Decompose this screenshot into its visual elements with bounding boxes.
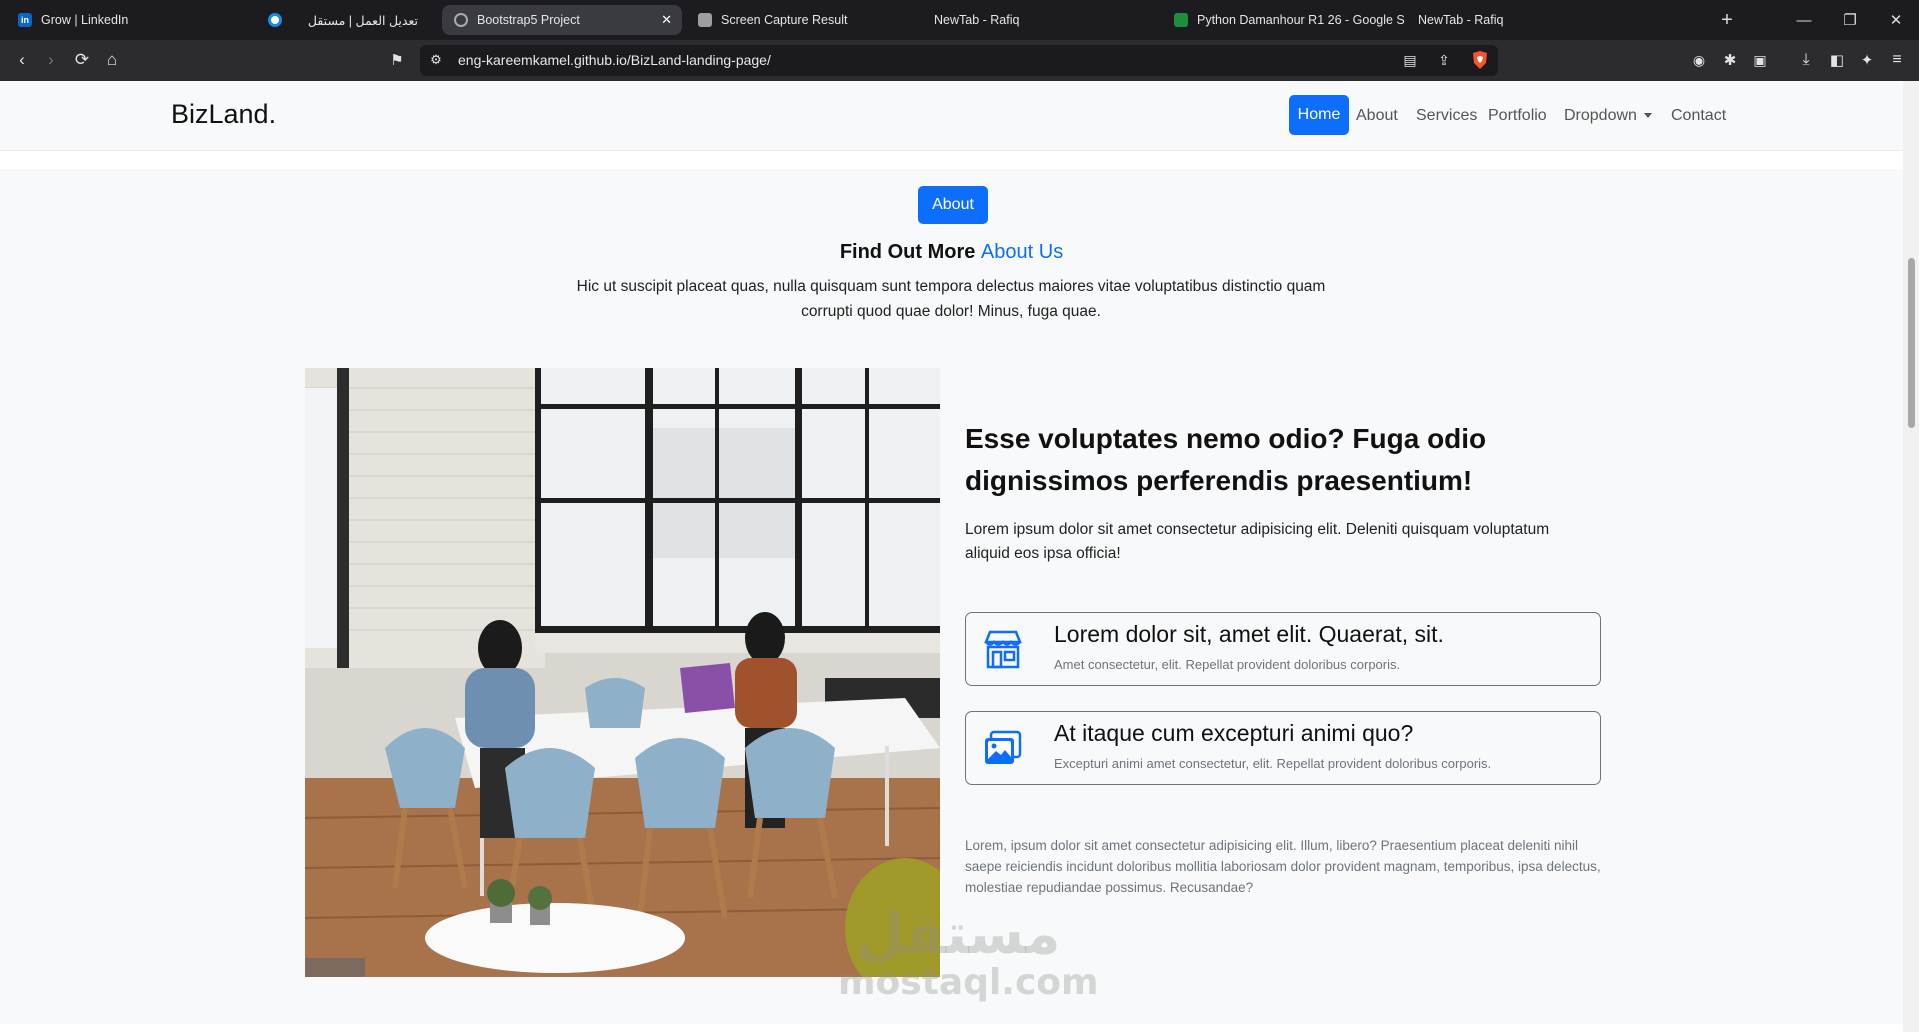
reload-icon[interactable]: ⟳ xyxy=(70,48,94,72)
shop-icon xyxy=(984,630,1022,669)
tab-search-icon[interactable]: ▣ xyxy=(1748,48,1772,72)
tab-mostaql[interactable]: تعديل العمل | مستقل xyxy=(308,5,430,35)
nav-link-portfolio[interactable]: Portfolio xyxy=(1488,107,1547,125)
tab-circle[interactable] xyxy=(256,5,308,35)
minimize-button[interactable]: — xyxy=(1781,0,1827,40)
tab-title: NewTab - Rafiq xyxy=(934,13,1020,27)
tab-title: NewTab - Rafiq xyxy=(1418,13,1504,27)
office-photo xyxy=(305,368,940,977)
section-title-prefix: Find Out More xyxy=(839,241,976,263)
circle-icon xyxy=(268,13,282,27)
tab-newtab-1[interactable]: NewTab - Rafiq xyxy=(922,5,1162,35)
watermark-latin: mostaql.com xyxy=(838,962,1099,1003)
feature-card: Lorem dolor sit, amet elit. Quaerat, sit… xyxy=(965,612,1601,686)
dropdown-label: Dropdown xyxy=(1564,107,1637,124)
site-settings-icon[interactable]: ⚙ xyxy=(424,48,448,72)
reader-mode-icon[interactable]: ▤ xyxy=(1398,48,1422,72)
nav-link-contact[interactable]: Contact xyxy=(1671,107,1726,125)
screenshot-icon[interactable]: ◉ xyxy=(1687,48,1711,72)
url-text[interactable]: eng-kareemkamel.github.io/BizLand-landin… xyxy=(458,52,771,68)
feature-title: Lorem dolor sit, amet elit. Quaerat, sit… xyxy=(1054,621,1444,647)
home-icon[interactable]: ⌂ xyxy=(100,48,124,72)
nav-link-about[interactable]: About xyxy=(1356,107,1398,125)
section-divider xyxy=(0,151,1903,169)
section-intro: Hic ut suscipit placeat quas, nulla quis… xyxy=(576,278,1326,320)
browser-tab-bar: in Grow | LinkedIn تعديل العمل | مستقل B… xyxy=(0,0,1919,40)
tab-newtab-2[interactable]: NewTab - Rafiq xyxy=(1406,5,1626,35)
nav-link-services[interactable]: Services xyxy=(1416,107,1477,125)
tab-title: Screen Capture Result xyxy=(721,13,848,27)
about-heading: Esse voluptates nemo odio? Fuga odio dig… xyxy=(965,423,1487,496)
sheets-icon xyxy=(1174,13,1188,27)
section-divider xyxy=(0,1024,1903,1032)
section-title: Find Out More About Us xyxy=(0,241,1903,264)
globe-icon xyxy=(454,13,468,27)
tab-bootstrap-project[interactable]: Bootstrap5 Project ✕ xyxy=(442,5,682,35)
images-icon xyxy=(985,730,1022,764)
back-icon[interactable]: ‹ xyxy=(10,48,34,72)
about-badge: About xyxy=(918,186,988,224)
restore-button[interactable]: ❐ xyxy=(1827,0,1873,40)
forward-icon[interactable]: › xyxy=(39,48,63,72)
about-lead: Lorem ipsum dolor sit amet consectetur a… xyxy=(965,521,1550,562)
watermark-arabic: مستقل xyxy=(855,902,1061,967)
tab-title: تعديل العمل | مستقل xyxy=(308,13,418,28)
new-tab-button[interactable]: + xyxy=(1704,0,1750,40)
tab-title: Python Damanhour R1 26 - Google S xyxy=(1197,13,1405,27)
camera-icon xyxy=(698,13,712,27)
page-scrollbar[interactable] xyxy=(1903,81,1919,1032)
section-title-accent: About Us xyxy=(980,241,1064,263)
brand-logo[interactable]: BizLand. xyxy=(171,99,276,130)
sidebar-icon[interactable]: ◧ xyxy=(1825,48,1849,72)
tab-title: Grow | LinkedIn xyxy=(41,13,129,27)
tab-google-sheets[interactable]: Python Damanhour R1 26 - Google S xyxy=(1162,5,1406,35)
leo-ai-icon[interactable]: ✦ xyxy=(1855,48,1879,72)
share-icon[interactable]: ⇪ xyxy=(1432,48,1456,72)
about-closing-text: Lorem, ipsum dolor sit amet consectetur … xyxy=(965,838,1601,895)
mostaql-watermark: مستقل mostaql.com xyxy=(838,902,1099,1003)
extensions-icon[interactable]: ✱ xyxy=(1718,48,1742,72)
brave-shield-icon[interactable] xyxy=(1468,48,1492,72)
office-scene-illustration xyxy=(305,368,940,977)
feature-title: At itaque cum excepturi animi quo? xyxy=(1054,720,1414,746)
close-window-button[interactable]: ✕ xyxy=(1873,0,1919,40)
caret-down-icon xyxy=(1643,113,1652,119)
feature-card: At itaque cum excepturi animi quo? Excep… xyxy=(965,711,1601,785)
download-icon[interactable]: ⤓ xyxy=(1794,48,1818,72)
nav-link-dropdown[interactable]: Dropdown xyxy=(1564,107,1652,125)
scrollbar-thumb[interactable] xyxy=(1908,258,1915,428)
tab-linkedin[interactable]: in Grow | LinkedIn xyxy=(6,5,206,35)
bookmark-icon[interactable]: ⚑ xyxy=(385,48,409,72)
tab-title: Bootstrap5 Project xyxy=(477,13,580,27)
menu-icon[interactable]: ≡ xyxy=(1885,48,1909,72)
tab-screen-capture[interactable]: Screen Capture Result xyxy=(686,5,922,35)
nav-link-home[interactable]: Home xyxy=(1289,95,1349,135)
linkedin-icon: in xyxy=(18,13,32,27)
close-icon[interactable]: ✕ xyxy=(661,12,672,28)
feature-subtitle: Excepturi animi amet consectetur, elit. … xyxy=(1054,756,1492,771)
feature-subtitle: Amet consectetur, elit. Repellat provide… xyxy=(1054,657,1401,672)
